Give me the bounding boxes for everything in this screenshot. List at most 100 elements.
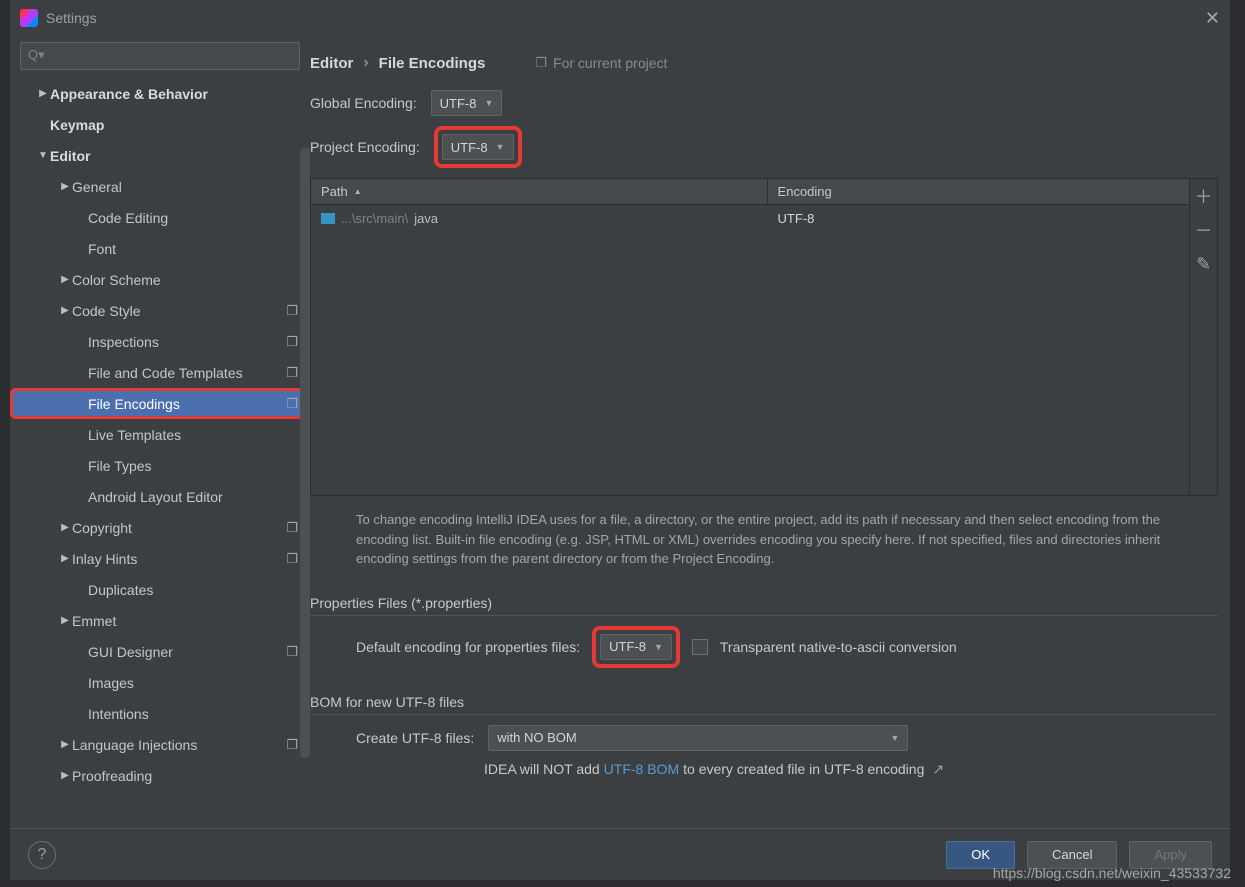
chevron-down-icon: ▼: [484, 98, 493, 108]
titlebar: Settings ✕: [10, 0, 1230, 36]
breadcrumb: Editor › File Encodings ❐ For current pr…: [310, 54, 1230, 90]
tree-item-keymap[interactable]: Keymap: [10, 109, 310, 140]
sort-asc-icon: ▲: [354, 187, 362, 196]
project-scope-icon: ❐: [535, 55, 547, 71]
tree-item-label: Proofreading: [72, 768, 310, 784]
col-encoding[interactable]: Encoding: [768, 184, 1189, 199]
default-prop-encoding-label: Default encoding for properties files:: [356, 639, 580, 655]
global-encoding-label: Global Encoding:: [310, 95, 417, 111]
tree-item-code-editing[interactable]: Code Editing: [10, 202, 310, 233]
highlight-box: UTF-8 ▼: [434, 126, 522, 168]
bom-note-suffix: to every created file in UTF-8 encoding: [683, 761, 924, 777]
tree-item-label: File Encodings: [88, 396, 286, 412]
window-title: Settings: [46, 10, 97, 26]
tree-item-label: Inlay Hints: [72, 551, 286, 567]
chevron-right-icon: ▶: [58, 305, 72, 316]
tree-item-label: Font: [88, 241, 310, 257]
chevron-right-icon: ▶: [58, 181, 72, 192]
project-encoding-label: Project Encoding:: [310, 139, 420, 155]
global-encoding-combo[interactable]: UTF-8 ▼: [431, 90, 503, 116]
tree-item-label: Code Style: [72, 303, 286, 319]
chevron-right-icon: ▶: [58, 739, 72, 750]
properties-encoding-combo[interactable]: UTF-8 ▼: [600, 634, 672, 660]
tree-item-label: Duplicates: [88, 582, 310, 598]
project-scope-icon: ❐: [286, 334, 298, 350]
table-row[interactable]: ...\src\main\javaUTF-8: [311, 205, 1189, 231]
tree-item-emmet[interactable]: ▶Emmet: [10, 605, 310, 636]
remove-button[interactable]: －: [1190, 213, 1217, 247]
project-encoding-combo[interactable]: UTF-8 ▼: [442, 134, 514, 160]
tree-item-appearance-behavior[interactable]: ▶Appearance & Behavior: [10, 78, 310, 109]
tree-item-inspections[interactable]: Inspections❐: [10, 326, 310, 357]
project-scope-icon: ❐: [286, 644, 298, 660]
tree-item-label: Color Scheme: [72, 272, 310, 288]
highlight-box: UTF-8 ▼: [592, 626, 680, 668]
breadcrumb-leaf: File Encodings: [379, 55, 486, 72]
chevron-right-icon: ▶: [58, 615, 72, 626]
project-scope-icon: ❐: [286, 396, 298, 412]
tree-item-file-and-code-templates[interactable]: File and Code Templates❐: [10, 357, 310, 388]
tree-item-intentions[interactable]: Intentions: [10, 698, 310, 729]
tree-item-file-encodings[interactable]: File Encodings❐: [10, 388, 310, 419]
edit-button[interactable]: ✎: [1190, 247, 1217, 281]
close-icon[interactable]: ✕: [1205, 8, 1220, 29]
scope-label: For current project: [553, 55, 667, 71]
properties-heading: Properties Files (*.properties): [310, 595, 1218, 616]
tree-item-images[interactable]: Images: [10, 667, 310, 698]
tree-item-language-injections[interactable]: ▶Language Injections❐: [10, 729, 310, 760]
create-utf8-combo[interactable]: with NO BOM ▼: [488, 725, 908, 751]
tree-item-duplicates[interactable]: Duplicates: [10, 574, 310, 605]
transparent-n2a-checkbox[interactable]: [692, 639, 708, 655]
chevron-right-icon: ▶: [58, 274, 72, 285]
search-input[interactable]: [20, 42, 300, 70]
watermark: https://blog.csdn.net/weixin_43533732: [993, 865, 1231, 881]
chevron-right-icon: ›: [363, 54, 368, 72]
project-scope-icon: ❐: [286, 520, 298, 536]
chevron-right-icon: ▶: [36, 88, 50, 99]
tree-item-color-scheme[interactable]: ▶Color Scheme: [10, 264, 310, 295]
scrollbar[interactable]: [300, 148, 310, 758]
tree-item-file-types[interactable]: File Types: [10, 450, 310, 481]
encoding-table: Path ▲ Encoding ...\src\main\javaUTF-8 ＋: [310, 178, 1218, 496]
bom-note-prefix: IDEA will NOT add: [484, 761, 600, 777]
col-path[interactable]: Path ▲: [311, 179, 768, 204]
add-button[interactable]: ＋: [1190, 179, 1217, 213]
utf8-bom-link[interactable]: UTF-8 BOM: [604, 761, 679, 777]
tree-item-label: File and Code Templates: [88, 365, 286, 381]
tree-item-label: File Types: [88, 458, 310, 474]
settings-tree[interactable]: ▶Appearance & BehaviorKeymap▼Editor▶Gene…: [10, 78, 310, 828]
chevron-down-icon: ▼: [890, 733, 899, 743]
tree-item-label: Appearance & Behavior: [50, 86, 310, 102]
help-button[interactable]: ?: [28, 841, 56, 869]
tree-item-label: Emmet: [72, 613, 310, 629]
chevron-down-icon: ▼: [654, 642, 663, 652]
tree-item-live-templates[interactable]: Live Templates: [10, 419, 310, 450]
tree-item-label: Inspections: [88, 334, 286, 350]
tree-item-gui-designer[interactable]: GUI Designer❐: [10, 636, 310, 667]
chevron-right-icon: ▶: [58, 522, 72, 533]
tree-item-general[interactable]: ▶General: [10, 171, 310, 202]
project-scope-icon: ❐: [286, 737, 298, 753]
chevron-right-icon: ▶: [58, 553, 72, 564]
project-scope-icon: ❐: [286, 303, 298, 319]
tree-item-copyright[interactable]: ▶Copyright❐: [10, 512, 310, 543]
tree-item-label: Editor: [50, 148, 310, 164]
project-scope-icon: ❐: [286, 551, 298, 567]
app-logo-icon: [20, 9, 38, 27]
tree-item-label: Code Editing: [88, 210, 310, 226]
main-panel: Editor › File Encodings ❐ For current pr…: [310, 36, 1230, 828]
breadcrumb-root[interactable]: Editor: [310, 55, 353, 72]
tree-item-label: Android Layout Editor: [88, 489, 310, 505]
tree-item-label: General: [72, 179, 310, 195]
tree-item-android-layout-editor[interactable]: Android Layout Editor: [10, 481, 310, 512]
tree-item-font[interactable]: Font: [10, 233, 310, 264]
tree-item-code-style[interactable]: ▶Code Style❐: [10, 295, 310, 326]
tree-item-editor[interactable]: ▼Editor: [10, 140, 310, 171]
create-utf8-label: Create UTF-8 files:: [356, 730, 474, 746]
bom-heading: BOM for new UTF-8 files: [310, 694, 1218, 715]
chevron-right-icon: ▶: [58, 770, 72, 781]
chevron-down-icon: ▼: [496, 142, 505, 152]
tree-item-label: GUI Designer: [88, 644, 286, 660]
tree-item-inlay-hints[interactable]: ▶Inlay Hints❐: [10, 543, 310, 574]
tree-item-proofreading[interactable]: ▶Proofreading: [10, 760, 310, 791]
